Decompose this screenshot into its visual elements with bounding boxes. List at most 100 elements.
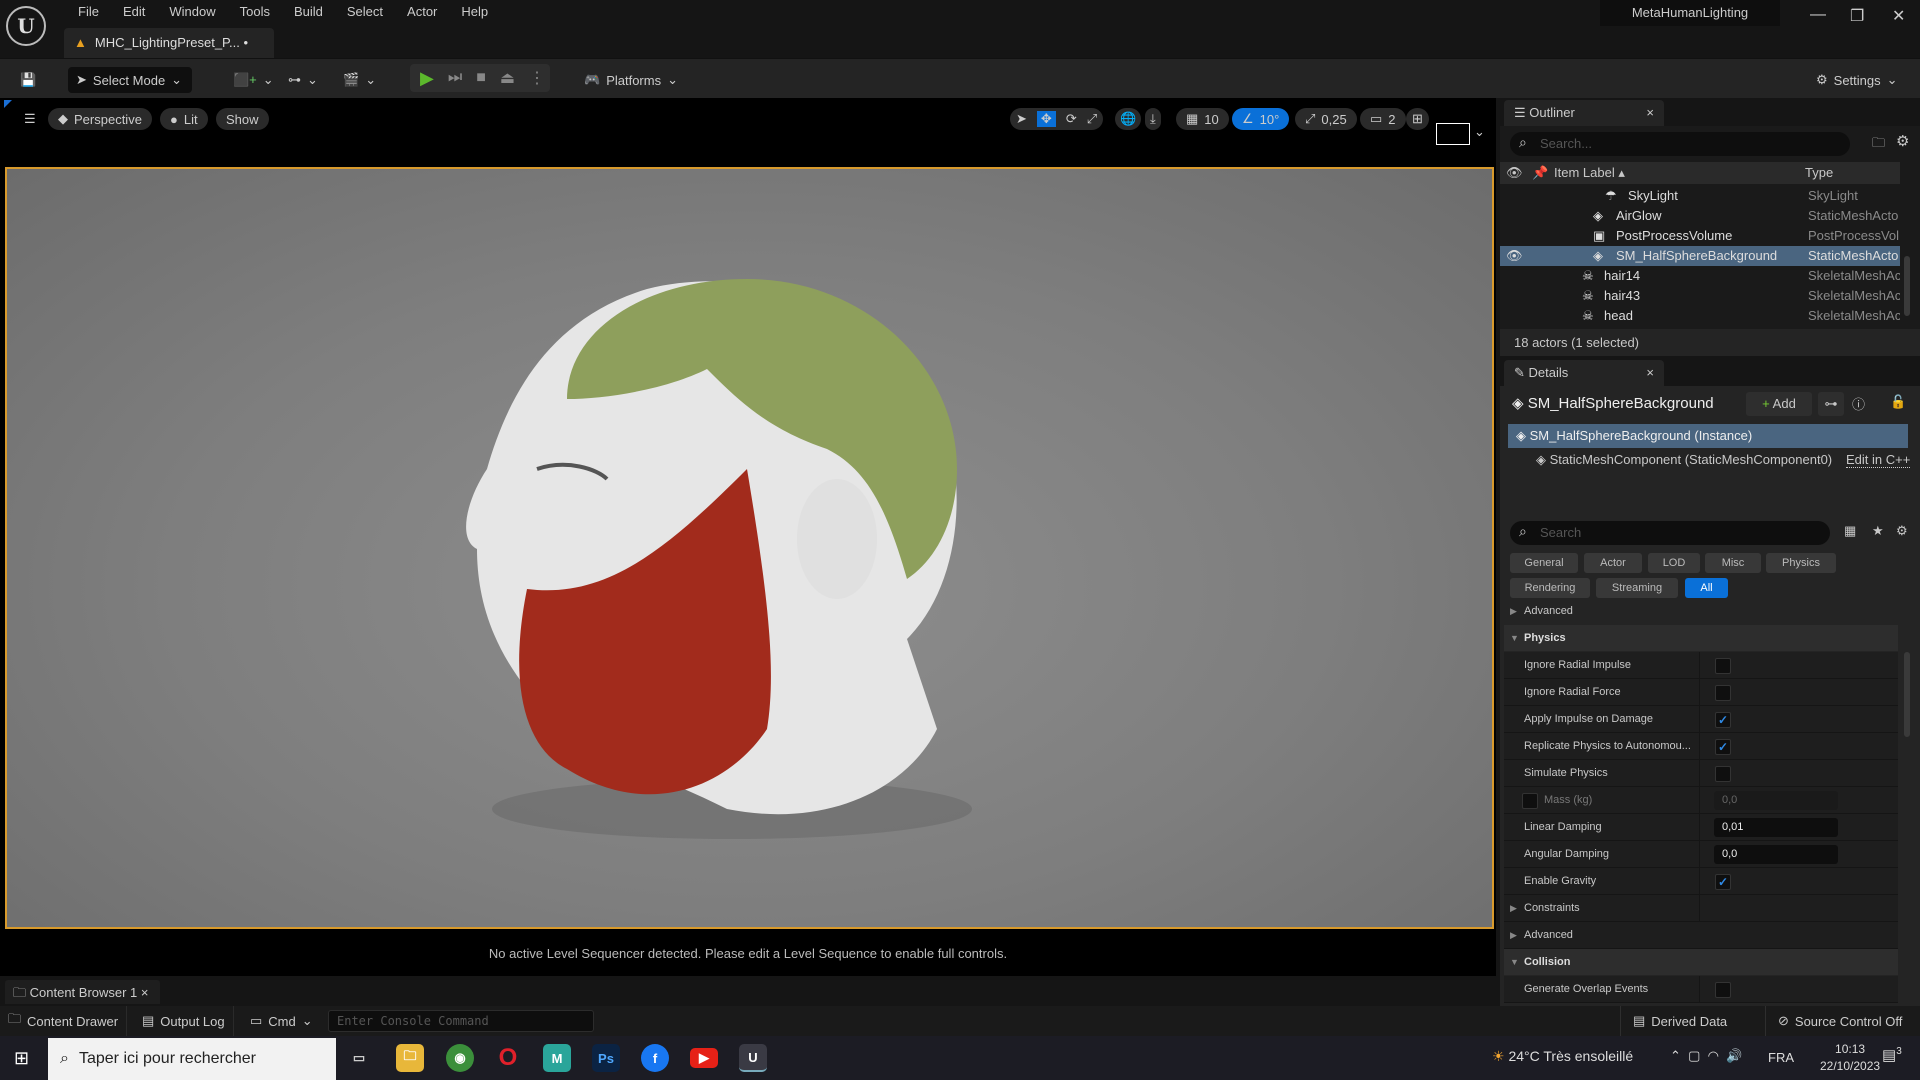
notifications-icon[interactable]: ▤3: [1882, 1046, 1902, 1064]
menu-edit[interactable]: Edit: [111, 4, 157, 20]
enable-gravity-checkbox[interactable]: ✓: [1715, 874, 1731, 890]
add-actor-button[interactable]: ⬛+ ⌄: [225, 67, 282, 93]
lit-button[interactable]: ● Lit: [160, 108, 208, 130]
stop-icon[interactable]: ■: [476, 69, 486, 87]
show-button[interactable]: Show: [216, 108, 269, 130]
outliner-row[interactable]: ☠ hair14 SkeletalMeshAc: [1500, 266, 1900, 286]
gear-icon[interactable]: ⚙: [1896, 132, 1909, 150]
language-indicator[interactable]: FRA: [1768, 1050, 1794, 1065]
select-tool-icon[interactable]: ➤: [1016, 111, 1027, 127]
replicate-physics-checkbox[interactable]: ✓: [1715, 739, 1731, 755]
help-icon[interactable]: ⓘ: [1852, 394, 1865, 413]
content-drawer-button[interactable]: 🗀 Content Drawer: [0, 1006, 128, 1036]
details-search-input[interactable]: ⌕ Search: [1510, 521, 1830, 545]
edit-in-cpp-link[interactable]: Edit in C++: [1846, 452, 1911, 468]
filter-streaming[interactable]: Streaming: [1596, 578, 1678, 598]
rotation-snap-button[interactable]: ∠ 10°: [1232, 108, 1290, 130]
ignore-radial-force-checkbox[interactable]: [1715, 685, 1731, 701]
windows-start-icon[interactable]: ⊞: [14, 1048, 29, 1069]
step-icon[interactable]: ⏭: [448, 69, 462, 87]
surface-snap-icon[interactable]: ⤓: [1145, 108, 1161, 130]
task-view-icon[interactable]: ▭: [345, 1044, 373, 1072]
menu-actor[interactable]: Actor: [395, 4, 449, 20]
generate-overlap-checkbox[interactable]: [1715, 982, 1731, 998]
file-explorer-icon[interactable]: 🗀: [396, 1044, 424, 1072]
outliner-tab[interactable]: ☰ Outliner ×: [1504, 100, 1664, 126]
collision-category[interactable]: ▼ Collision: [1504, 949, 1898, 975]
filter-rendering[interactable]: Rendering: [1510, 578, 1590, 598]
menu-select[interactable]: Select: [335, 4, 395, 20]
cinematics-button[interactable]: 🎬 ⌄: [335, 67, 384, 93]
more-icon[interactable]: ⋮: [529, 68, 545, 88]
unreal-taskbar-icon[interactable]: U: [739, 1044, 767, 1072]
component-row[interactable]: ◈ StaticMeshComponent (StaticMeshCompone…: [1536, 452, 1832, 468]
rotate-tool-icon[interactable]: ⟳: [1066, 111, 1077, 127]
volume-icon[interactable]: 🔊: [1726, 1048, 1742, 1063]
pin-icon[interactable]: 📌: [1532, 162, 1548, 184]
filter-physics[interactable]: Physics: [1766, 553, 1836, 573]
output-log-button[interactable]: ▤ Output Log: [134, 1006, 234, 1036]
settings-button[interactable]: ⚙ Settings ⌄: [1808, 67, 1906, 93]
unreal-logo[interactable]: U: [6, 6, 46, 46]
level-viewport[interactable]: ☰ ◆ Perspective ● Lit Show ➤ ✥ ⟳ ⤢ 🌐 ⤓ ▦ 10…: [0, 98, 1496, 976]
source-control-button[interactable]: ⊘ Source Control Off: [1765, 1006, 1914, 1036]
blueprint-icon[interactable]: ⊶: [1818, 392, 1844, 416]
chevron-down-icon[interactable]: ⌄: [1474, 124, 1485, 140]
table-view-icon[interactable]: ▦: [1844, 523, 1856, 539]
menu-file[interactable]: File: [66, 4, 111, 20]
taskbar-search[interactable]: ⌕ Taper ici pour rechercher: [48, 1038, 336, 1080]
scale-tool-icon[interactable]: ⤢: [1087, 111, 1097, 127]
filter-all[interactable]: All: [1685, 578, 1728, 598]
outliner-row[interactable]: ◈ AirGlow StaticMeshActo: [1500, 206, 1900, 226]
mass-override-checkbox[interactable]: [1522, 793, 1538, 809]
maya-icon[interactable]: M: [543, 1044, 571, 1072]
apply-impulse-checkbox[interactable]: ✓: [1715, 712, 1731, 728]
opera-icon[interactable]: O: [494, 1044, 522, 1072]
close-icon[interactable]: ×: [1646, 105, 1654, 120]
visibility-icon[interactable]: 👁: [1506, 246, 1523, 266]
angular-damping-input[interactable]: 0,0: [1714, 845, 1838, 864]
meet-icon[interactable]: ▢: [1688, 1048, 1700, 1063]
advanced-section[interactable]: ▶ Advanced: [1504, 601, 1898, 621]
facebook-icon[interactable]: f: [641, 1044, 669, 1072]
close-icon[interactable]: ×: [141, 985, 149, 1000]
item-label-header[interactable]: Item Label ▴: [1554, 162, 1625, 184]
viewport-menu-icon[interactable]: ☰: [14, 108, 46, 130]
details-scrollbar[interactable]: [1904, 652, 1910, 737]
star-icon[interactable]: ★: [1872, 523, 1884, 539]
filter-lod[interactable]: LOD: [1648, 553, 1700, 573]
save-icon[interactable]: 💾: [12, 67, 44, 93]
add-folder-icon[interactable]: 🗀: [1872, 134, 1885, 156]
gear-icon[interactable]: ⚙: [1896, 523, 1908, 539]
derived-data-button[interactable]: ▤ Derived Data: [1620, 1006, 1739, 1036]
type-header[interactable]: Type: [1805, 162, 1833, 184]
photoshop-icon[interactable]: Ps: [592, 1044, 620, 1072]
layout-icon[interactable]: ⊞: [1406, 108, 1429, 130]
menu-help[interactable]: Help: [449, 4, 500, 20]
mass-input[interactable]: 0,0: [1714, 791, 1838, 810]
constraints-section[interactable]: ▶ Constraints: [1504, 895, 1898, 922]
level-tab[interactable]: ▲ MHC_LightingPreset_P... •: [64, 28, 274, 58]
translate-tool-icon[interactable]: ✥: [1036, 111, 1056, 127]
ignore-radial-impulse-checkbox[interactable]: [1715, 658, 1731, 674]
outliner-row[interactable]: ☂ SkyLight SkyLight: [1500, 186, 1900, 206]
play-icon[interactable]: ▶: [420, 68, 434, 89]
lock-icon[interactable]: 🔓: [1890, 394, 1906, 410]
outliner-row[interactable]: ☠ hair43 SkeletalMeshAc: [1500, 286, 1900, 306]
eject-icon[interactable]: ⏏: [500, 68, 515, 88]
outliner-scrollbar[interactable]: [1904, 256, 1910, 316]
viewport-scene[interactable]: [5, 167, 1494, 929]
close-icon[interactable]: ✕: [1892, 6, 1905, 26]
console-input[interactable]: Enter Console Command: [328, 1010, 594, 1032]
world-space-icon[interactable]: 🌐: [1115, 108, 1142, 130]
details-tab[interactable]: ✎ Details ×: [1504, 360, 1664, 386]
platforms-button[interactable]: 🎮 Platforms ⌄: [576, 67, 686, 93]
chevron-up-icon[interactable]: ⌃: [1670, 1048, 1681, 1063]
wifi-icon[interactable]: ◠: [1708, 1048, 1719, 1063]
grid-snap-button[interactable]: ▦ 10: [1176, 108, 1229, 130]
filter-general[interactable]: General: [1510, 553, 1578, 573]
perspective-button[interactable]: ◆ Perspective: [48, 108, 152, 130]
filter-misc[interactable]: Misc: [1705, 553, 1761, 573]
physics-advanced-section[interactable]: ▶ Advanced: [1504, 922, 1898, 949]
scale-snap-button[interactable]: ⤢ 0,25: [1295, 108, 1357, 130]
